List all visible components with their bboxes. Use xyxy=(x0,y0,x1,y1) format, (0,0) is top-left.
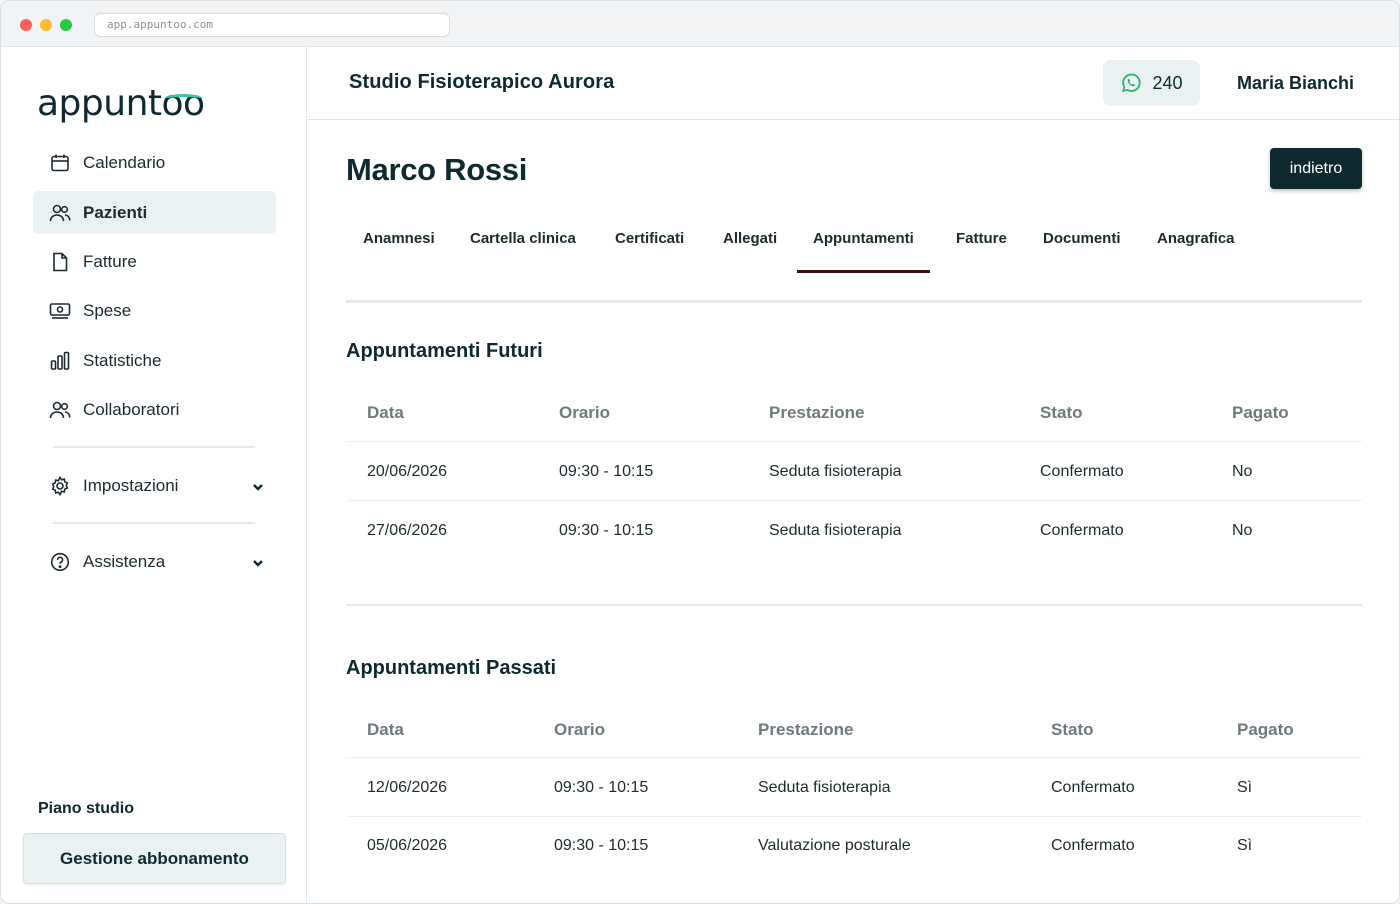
column-header: Data xyxy=(367,403,404,422)
sidebar-item-label: Calendario xyxy=(83,152,166,172)
studio-name: Studio Fisioterapico Aurora xyxy=(349,71,615,93)
main-content: Marco Rossi indietro Anamnesi Cartella c… xyxy=(307,120,1399,903)
cell-status: Confermato xyxy=(1051,837,1135,854)
sidebar-divider xyxy=(53,446,255,448)
sidebar-item-spese[interactable]: Spese xyxy=(33,289,276,332)
sidebar-item-label: Impostazioni xyxy=(83,475,179,495)
address-bar[interactable]: app.appuntoo.com xyxy=(94,13,450,37)
cell-paid: No xyxy=(1232,463,1253,480)
cash-icon xyxy=(49,300,71,322)
sidebar-item-label: Pazienti xyxy=(83,202,148,222)
section-divider xyxy=(346,604,1362,606)
close-window-dot[interactable] xyxy=(20,19,32,31)
logo-text: appunt xyxy=(37,83,162,124)
table-header: Data Orario Prestazione Stato Pagato xyxy=(346,700,1362,758)
cell-date: 27/06/2026 xyxy=(367,522,448,539)
tab-cartella-clinica[interactable]: Cartella clinica xyxy=(470,230,576,273)
column-header: Stato xyxy=(1051,720,1094,739)
sidebar-item-assistenza[interactable]: Assistenza xyxy=(33,540,276,583)
cell-service: Valutazione posturale xyxy=(758,837,911,854)
table-row[interactable]: 20/06/2026 09:30 - 10:15 Seduta fisioter… xyxy=(346,443,1362,501)
column-header: Prestazione xyxy=(758,720,854,739)
app-logo[interactable]: appuntoo xyxy=(37,83,205,124)
whatsapp-credits-button[interactable]: 240 xyxy=(1103,60,1200,106)
table-row[interactable]: 12/06/2026 09:30 - 10:15 Seduta fisioter… xyxy=(346,759,1362,817)
manage-subscription-button[interactable]: Gestione abbonamento xyxy=(23,833,286,884)
sidebar-item-label: Fatture xyxy=(83,251,137,271)
bar-chart-icon xyxy=(49,350,71,372)
sidebar-item-calendario[interactable]: Calendario xyxy=(33,141,276,184)
cell-paid: Sì xyxy=(1237,779,1253,796)
minimize-window-dot[interactable] xyxy=(40,19,52,31)
tab-anamnesi[interactable]: Anamnesi xyxy=(363,230,435,273)
cell-time: 09:30 - 10:15 xyxy=(554,837,649,854)
sidebar-item-fatture[interactable]: Fatture xyxy=(33,240,276,283)
column-header: Prestazione xyxy=(769,403,865,422)
cell-date: 20/06/2026 xyxy=(367,463,448,480)
tab-allegati[interactable]: Allegati xyxy=(723,230,777,273)
table-row[interactable]: 05/06/2026 09:30 - 10:15 Valutazione pos… xyxy=(346,818,1362,876)
sidebar-item-impostazioni[interactable]: Impostazioni xyxy=(33,464,276,507)
sidebar-item-label: Assistenza xyxy=(83,551,166,571)
cell-status: Confermato xyxy=(1040,522,1124,539)
browser-window: app.appuntoo.com appuntoo Calendario Paz… xyxy=(0,0,1400,904)
column-header: Pagato xyxy=(1237,720,1294,739)
column-header: Pagato xyxy=(1232,403,1289,422)
cell-time: 09:30 - 10:15 xyxy=(559,463,654,480)
cell-status: Confermato xyxy=(1051,779,1135,796)
cell-date: 05/06/2026 xyxy=(367,837,448,854)
tab-certificati[interactable]: Certificati xyxy=(615,230,684,273)
maximize-window-dot[interactable] xyxy=(60,19,72,31)
cell-paid: No xyxy=(1232,522,1253,539)
chevron-down-icon[interactable] xyxy=(252,554,264,574)
cell-service: Seduta fisioterapia xyxy=(758,779,891,796)
future-appointments-table: Data Orario Prestazione Stato Pagato 20/… xyxy=(346,384,1362,564)
help-icon xyxy=(49,551,71,573)
table-row[interactable]: 27/06/2026 09:30 - 10:15 Seduta fisioter… xyxy=(346,502,1362,560)
document-icon xyxy=(49,251,71,273)
calendar-icon xyxy=(49,152,71,174)
team-icon xyxy=(49,399,71,421)
column-header: Orario xyxy=(559,403,611,422)
past-appointments-title: Appuntamenti Passati xyxy=(346,657,557,679)
cell-time: 09:30 - 10:15 xyxy=(559,522,654,539)
page-title: Marco Rossi xyxy=(346,152,528,187)
cell-time: 09:30 - 10:15 xyxy=(554,779,649,796)
sidebar-item-collaboratori[interactable]: Collaboratori xyxy=(33,388,276,431)
logo-accent-text: oo xyxy=(161,83,206,124)
sidebar-item-label: Collaboratori xyxy=(83,399,180,419)
cell-status: Confermato xyxy=(1040,463,1124,480)
cell-service: Seduta fisioterapia xyxy=(769,463,902,480)
cell-paid: Sì xyxy=(1237,837,1253,854)
back-button[interactable]: indietro xyxy=(1270,148,1362,189)
users-icon xyxy=(49,202,71,224)
browser-chrome: app.appuntoo.com xyxy=(1,1,1399,47)
tab-documenti[interactable]: Documenti xyxy=(1043,230,1121,273)
tab-appuntamenti[interactable]: Appuntamenti xyxy=(797,230,930,273)
sidebar-item-pazienti[interactable]: Pazienti xyxy=(33,191,276,234)
patient-tabs: Anamnesi Cartella clinica Certificati Al… xyxy=(346,215,1362,303)
sidebar: appuntoo Calendario Pazienti Fatture Spe… xyxy=(1,47,307,903)
tab-anagrafica[interactable]: Anagrafica xyxy=(1157,230,1235,273)
column-header: Data xyxy=(367,720,404,739)
table-header: Data Orario Prestazione Stato Pagato xyxy=(346,384,1362,442)
chevron-down-icon[interactable] xyxy=(252,478,264,498)
sidebar-divider xyxy=(53,522,255,524)
cell-service: Seduta fisioterapia xyxy=(769,522,902,539)
gear-icon xyxy=(49,475,71,497)
tab-fatture[interactable]: Fatture xyxy=(956,230,1007,273)
sidebar-item-label: Spese xyxy=(83,300,132,320)
whatsapp-icon xyxy=(1122,73,1141,92)
column-header: Orario xyxy=(554,720,606,739)
sidebar-item-label: Statistiche xyxy=(83,350,162,370)
past-appointments-table: Data Orario Prestazione Stato Pagato 12/… xyxy=(346,700,1362,880)
whatsapp-count: 240 xyxy=(1152,72,1183,93)
future-appointments-title: Appuntamenti Futuri xyxy=(346,340,543,362)
cell-date: 12/06/2026 xyxy=(367,779,448,796)
user-name[interactable]: Maria Bianchi xyxy=(1237,73,1354,94)
column-header: Stato xyxy=(1040,403,1083,422)
top-header: Studio Fisioterapico Aurora 240 Maria Bi… xyxy=(307,47,1399,120)
sidebar-item-statistiche[interactable]: Statistiche xyxy=(33,339,276,382)
plan-title: Piano studio xyxy=(38,800,134,817)
